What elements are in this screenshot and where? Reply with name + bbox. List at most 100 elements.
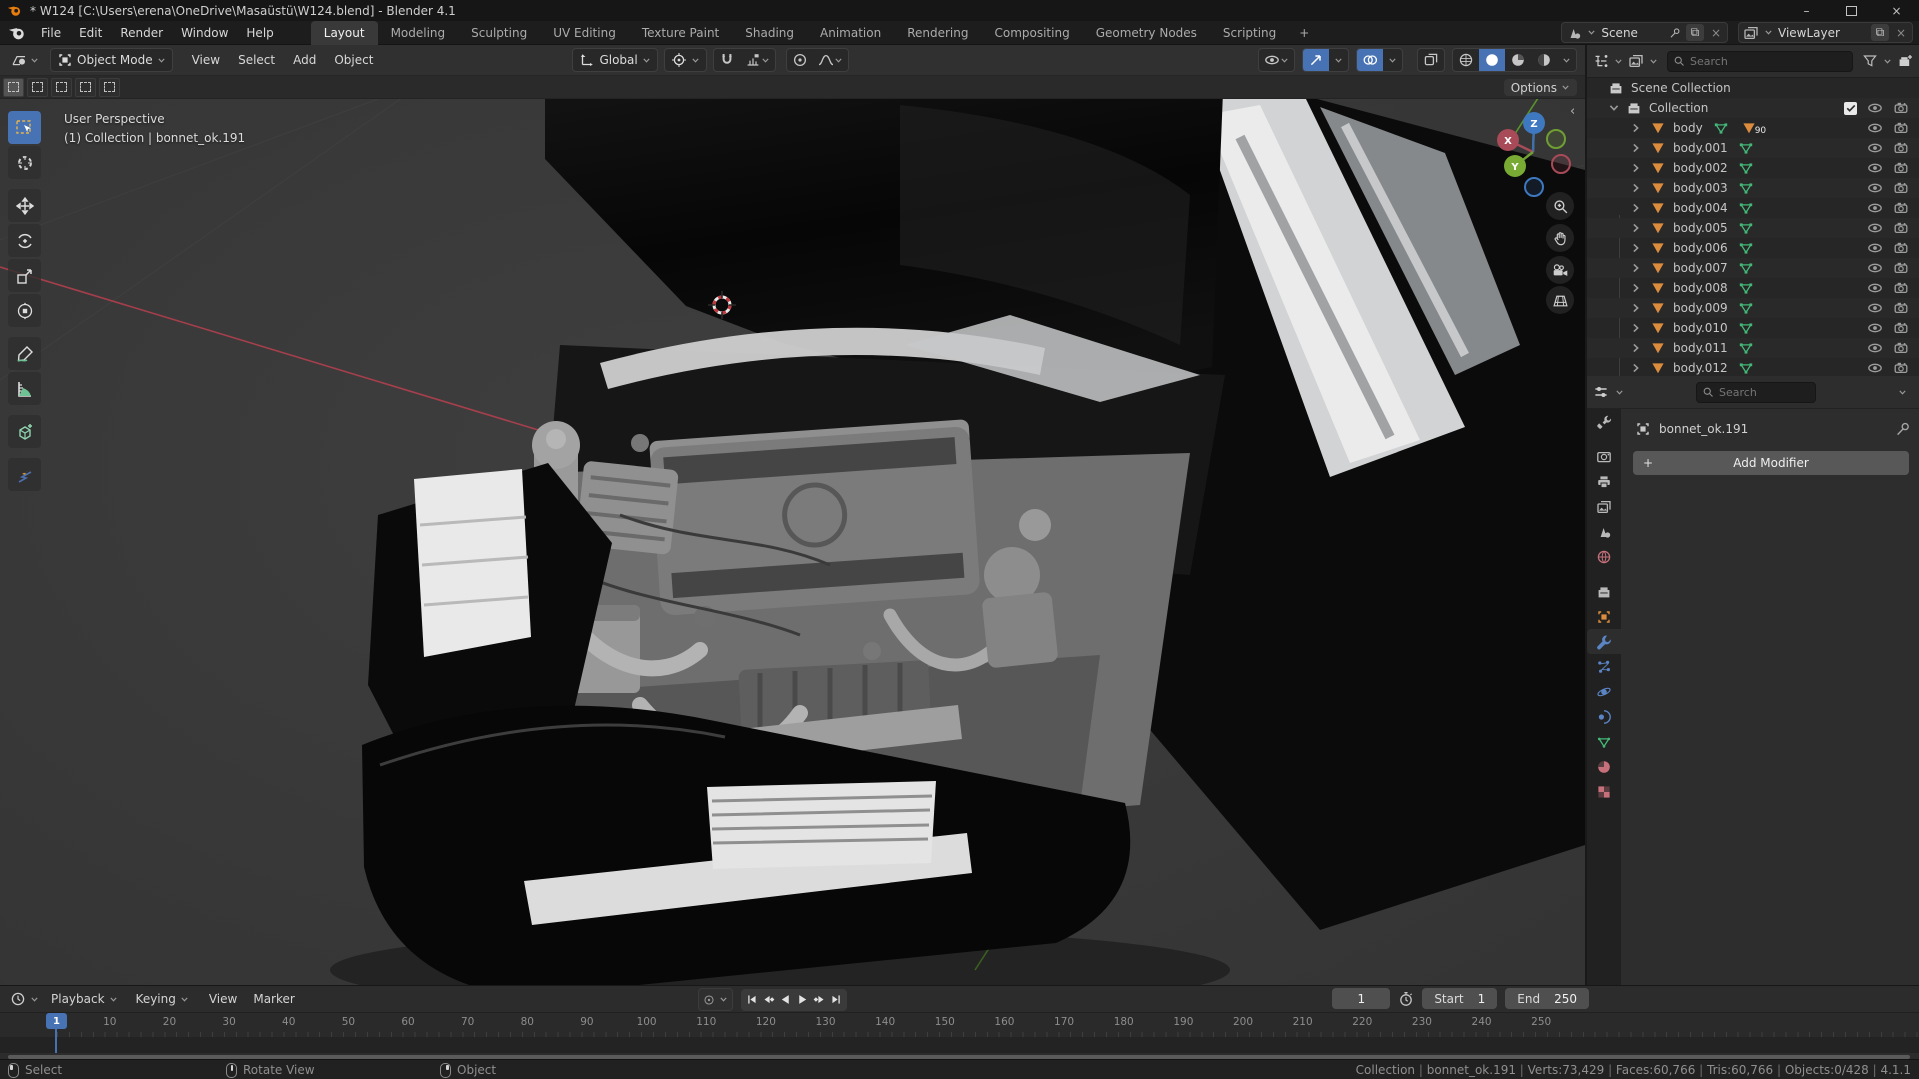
eye-icon[interactable] — [1867, 340, 1883, 356]
camera-icon[interactable] — [1893, 200, 1909, 216]
properties-tab-constraints[interactable] — [1587, 704, 1621, 729]
properties-tab-tool[interactable] — [1587, 409, 1621, 434]
proportional-falloff-dropdown[interactable] — [813, 49, 848, 71]
viewport-menu-item[interactable]: Select — [229, 48, 284, 72]
camera-icon[interactable] — [1893, 280, 1909, 296]
overlays-dropdown[interactable] — [1383, 49, 1402, 71]
properties-tab-material[interactable] — [1587, 754, 1621, 779]
properties-tab-modifiers[interactable] — [1587, 629, 1621, 654]
object-row[interactable]: body.008 — [1587, 278, 1919, 298]
timeline-editor-icon[interactable] — [10, 991, 26, 1007]
chevron-right-icon[interactable] — [1630, 362, 1642, 374]
object-row[interactable]: body.006 — [1587, 238, 1919, 258]
jump-to-start-button[interactable] — [744, 992, 759, 1008]
properties-tab-view-layer[interactable] — [1587, 494, 1621, 519]
new-viewlayer-button[interactable]: ⧉ — [1870, 24, 1889, 41]
workspace-tab[interactable]: Animation — [807, 21, 894, 45]
shading-dropdown[interactable] — [1557, 49, 1576, 71]
new-collection-icon[interactable] — [1897, 53, 1913, 69]
ortho-toggle-button[interactable] — [1546, 286, 1574, 314]
collection-checkbox[interactable] — [1844, 101, 1857, 115]
chevron-right-icon[interactable] — [1630, 182, 1642, 194]
properties-tab-object-data[interactable] — [1587, 729, 1621, 754]
add-workspace-button[interactable]: + — [1289, 21, 1319, 45]
3d-viewport[interactable] — [0, 45, 1585, 985]
object-row[interactable]: body.002 — [1587, 158, 1919, 178]
outliner-editor-icon[interactable] — [1593, 53, 1609, 69]
collection-row[interactable]: Collection — [1587, 98, 1919, 118]
chevron-down-icon[interactable] — [1649, 57, 1658, 66]
xray-toggle[interactable] — [1418, 49, 1444, 71]
chevron-down-icon[interactable] — [1615, 388, 1624, 397]
workspace-tab[interactable]: Shading — [732, 21, 807, 45]
object-row[interactable]: body.007 — [1587, 258, 1919, 278]
shading-rendered-button[interactable] — [1531, 49, 1557, 71]
viewport-menu-item[interactable]: View — [183, 48, 229, 72]
chevron-right-icon[interactable] — [1630, 202, 1642, 214]
menu-item[interactable]: Render — [111, 21, 172, 45]
object-row[interactable]: body.010 — [1587, 318, 1919, 338]
blender-menu-icon[interactable] — [8, 24, 26, 42]
timeline-menu-item[interactable]: Marker — [245, 988, 302, 1010]
playhead[interactable]: 1 — [46, 1013, 67, 1029]
tool-measure[interactable] — [8, 372, 41, 405]
viewlayer-selector[interactable]: ViewLayer ⧉ × — [1738, 22, 1913, 43]
eye-icon[interactable] — [1867, 160, 1883, 176]
display-mode-icon[interactable] — [1628, 53, 1644, 69]
select-mode-invert[interactable] — [75, 77, 96, 97]
workspace-tab[interactable]: Texture Paint — [629, 21, 732, 45]
scene-collection-row[interactable]: Scene Collection — [1587, 78, 1919, 98]
chevron-right-icon[interactable] — [1630, 242, 1642, 254]
chevron-down-icon[interactable] — [1883, 57, 1892, 66]
object-row[interactable]: body.004 — [1587, 198, 1919, 218]
viewport-menu-item[interactable]: Object — [325, 48, 382, 72]
camera-icon[interactable] — [1893, 100, 1909, 116]
snap-toggle[interactable] — [714, 49, 740, 71]
camera-icon[interactable] — [1893, 160, 1909, 176]
object-row[interactable]: body.012 — [1587, 358, 1919, 378]
maximize-button[interactable] — [1829, 0, 1874, 21]
camera-icon[interactable] — [1893, 300, 1909, 316]
timeline-channel-area[interactable] — [0, 1037, 1919, 1053]
workspace-tab[interactable]: Compositing — [981, 21, 1082, 45]
camera-icon[interactable] — [1893, 320, 1909, 336]
object-row-body[interactable]: body 90 — [1587, 118, 1919, 138]
select-mode-extend[interactable] — [27, 77, 48, 97]
tool-scale[interactable] — [8, 259, 41, 292]
overlays-toggle[interactable] — [1357, 49, 1383, 71]
unlink-scene-icon[interactable]: × — [1709, 26, 1723, 40]
transform-orientation-dropdown[interactable]: Global — [572, 48, 658, 72]
add-modifier-button[interactable]: + Add Modifier — [1633, 451, 1909, 475]
properties-tab-object[interactable] — [1587, 604, 1621, 629]
eye-icon[interactable] — [1867, 320, 1883, 336]
proportional-edit-toggle[interactable] — [787, 49, 813, 71]
viewport-menu-item[interactable]: Add — [284, 48, 325, 72]
properties-search-input[interactable] — [1697, 385, 1815, 399]
shading-solid-button[interactable] — [1479, 49, 1505, 71]
menu-item[interactable]: File — [32, 21, 70, 45]
gizmos-toggle[interactable] — [1303, 49, 1329, 71]
eye-icon[interactable] — [1867, 240, 1883, 256]
minimize-button[interactable]: – — [1784, 0, 1829, 21]
chevron-right-icon[interactable] — [1630, 162, 1642, 174]
workspace-tab[interactable]: Geometry Nodes — [1083, 21, 1210, 45]
start-frame-field[interactable]: Start 1 — [1422, 988, 1498, 1009]
eye-icon[interactable] — [1867, 260, 1883, 276]
sidebar-collapse-arrow[interactable]: ‹ — [1570, 104, 1575, 119]
tool-transform[interactable] — [8, 294, 41, 327]
current-frame-field[interactable]: 1 — [1332, 988, 1391, 1009]
chevron-down-icon[interactable] — [1614, 57, 1623, 66]
properties-editor-icon[interactable] — [1593, 384, 1609, 400]
select-mode-intersect[interactable] — [99, 77, 120, 97]
chevron-right-icon[interactable] — [1630, 122, 1642, 134]
options-chevron-icon[interactable] — [1898, 388, 1907, 397]
chevron-down-icon[interactable] — [1608, 102, 1620, 114]
tool-select-box[interactable] — [8, 111, 41, 144]
chevron-right-icon[interactable] — [1630, 282, 1642, 294]
pin-icon[interactable] — [1895, 421, 1911, 437]
chevron-down-icon[interactable] — [30, 995, 39, 1004]
properties-search[interactable] — [1696, 381, 1816, 403]
workspace-tab[interactable]: Modeling — [378, 21, 459, 45]
end-frame-field[interactable]: End 250 — [1505, 988, 1589, 1009]
workspace-tab[interactable]: Layout — [310, 20, 378, 45]
